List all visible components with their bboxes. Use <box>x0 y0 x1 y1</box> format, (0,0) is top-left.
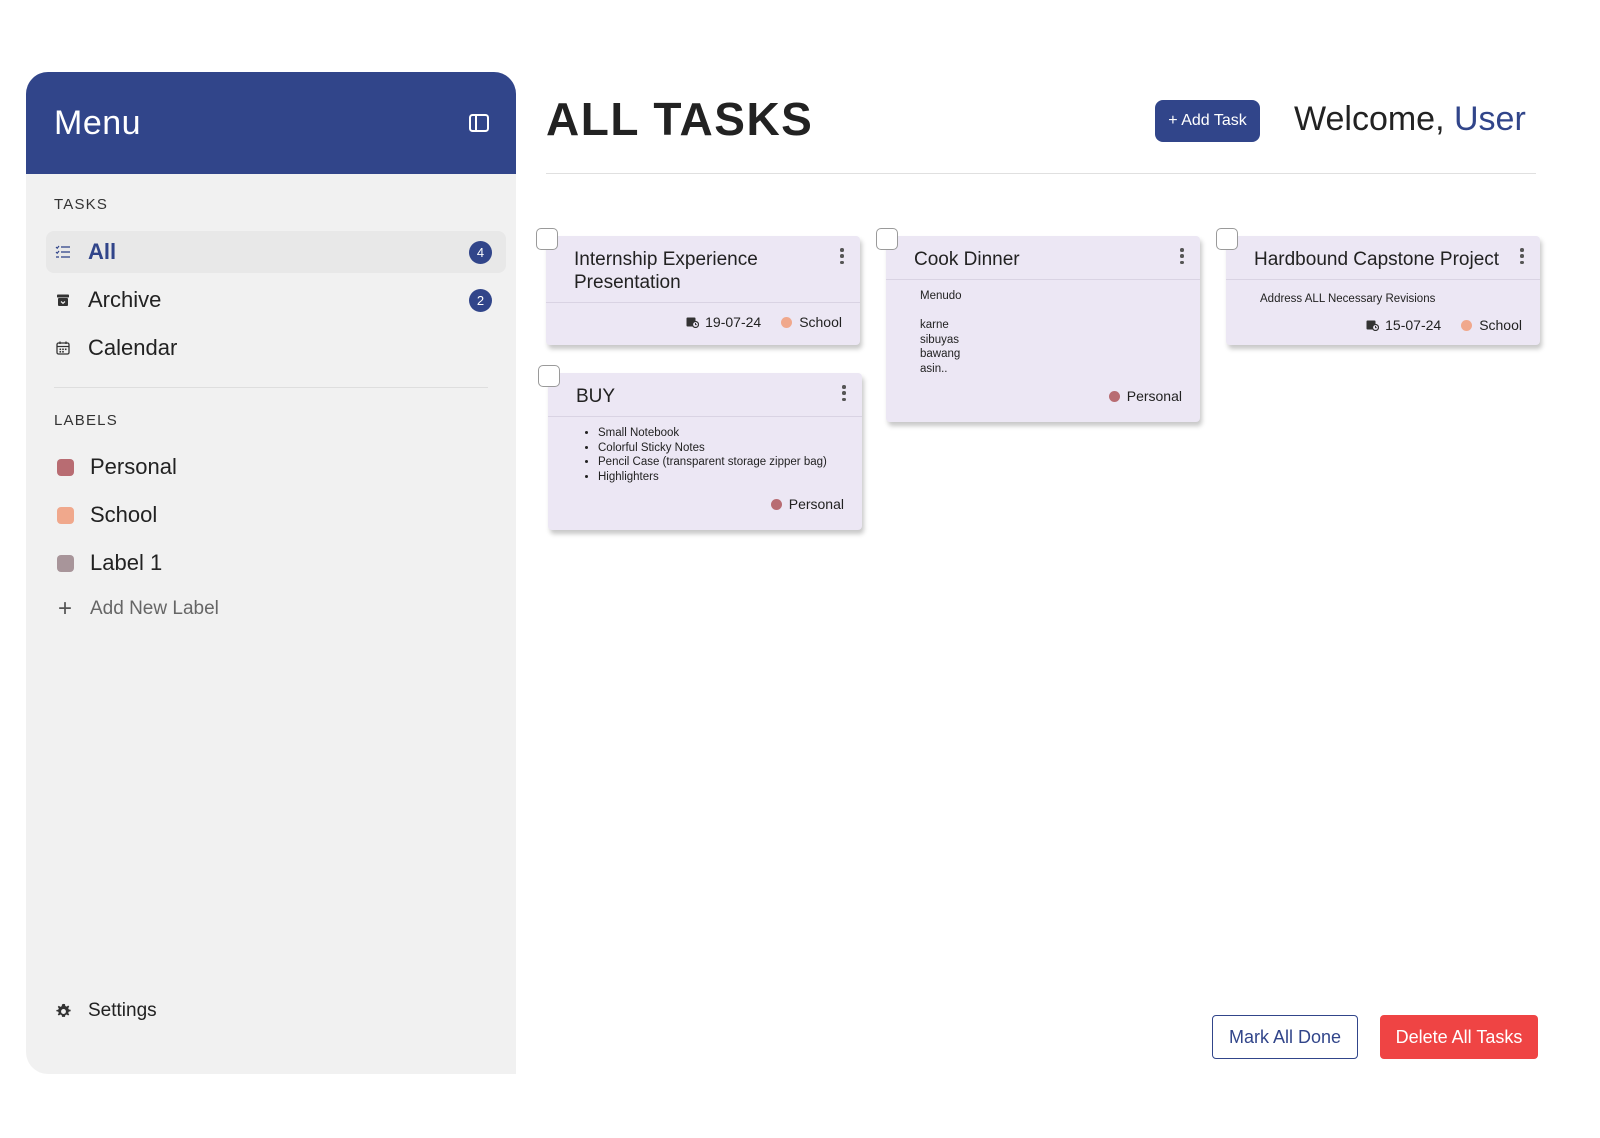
welcome-message: Welcome, User <box>1294 100 1526 139</box>
task-title: BUY <box>576 386 616 407</box>
sidebar-item-calendar[interactable]: Calendar <box>46 327 506 369</box>
list-item: Small Notebook <box>598 426 827 441</box>
page-title: ALL TASKS <box>546 93 814 145</box>
settings-label: Settings <box>88 1000 157 1021</box>
tag-color-dot <box>1108 390 1120 402</box>
plus-icon: + <box>57 595 72 622</box>
tag-color-dot <box>770 498 782 510</box>
task-card[interactable]: Hardbound Capstone Project Address ALL N… <box>1216 228 1540 345</box>
sidebar-item-label: Label 1 <box>90 550 163 575</box>
task-tag: School <box>1479 317 1522 333</box>
task-title: Internship Experience Presentation <box>574 249 758 293</box>
sidebar-item-label: Archive <box>88 287 162 312</box>
task-due-date: 19-07-24 <box>705 314 762 330</box>
label-color-swatch <box>57 506 74 524</box>
add-new-label-text: Add New Label <box>90 598 219 619</box>
sidebar-header: Menu <box>26 72 516 174</box>
mark-all-done-button[interactable]: Mark All Done <box>1212 1015 1358 1059</box>
list-item: Colorful Sticky Notes <box>598 441 827 456</box>
card-divider <box>548 416 862 417</box>
header-divider <box>546 173 1536 174</box>
list-item: Pencil Case (transparent storage zipper … <box>598 455 827 470</box>
task-meta: Personal <box>751 496 844 512</box>
task-title: Cook Dinner <box>914 249 1020 270</box>
sidebar-item-label: Calendar <box>88 335 178 360</box>
delete-all-tasks-button[interactable]: Delete All Tasks <box>1380 1015 1538 1059</box>
task-checkbox[interactable] <box>536 228 558 250</box>
archive-icon <box>54 291 72 309</box>
task-tag: School <box>799 314 842 330</box>
more-options-icon[interactable] <box>1518 246 1526 266</box>
label-color-swatch <box>57 554 74 572</box>
task-due-date: 15-07-24 <box>1385 317 1442 333</box>
sidebar-label-school[interactable]: School <box>46 494 506 536</box>
calendar-icon <box>54 339 72 357</box>
count-badge: 4 <box>469 240 492 264</box>
count-badge: 2 <box>469 288 492 312</box>
card-divider <box>1226 279 1540 280</box>
more-options-icon[interactable] <box>838 246 846 266</box>
sidebar-item-all[interactable]: All 4 <box>46 231 506 273</box>
task-card[interactable]: Cook Dinner Menudo karne sibuyas bawang … <box>876 228 1200 422</box>
add-new-label-button[interactable]: + Add New Label <box>46 588 506 630</box>
task-checklist: Small Notebook Colorful Sticky Notes Pen… <box>586 426 827 484</box>
task-description: Address ALL Necessary Revisions <box>1260 293 1436 305</box>
sidebar-label-personal[interactable]: Personal <box>46 446 506 488</box>
sidebar-item-label: Personal <box>90 454 177 479</box>
add-task-button[interactable]: + Add Task <box>1155 100 1260 142</box>
sidebar-item-label: All <box>88 239 117 264</box>
task-card[interactable]: BUY Small Notebook Colorful Sticky Notes… <box>538 365 862 530</box>
user-name: User <box>1453 100 1526 138</box>
list-item: Highlighters <box>598 470 827 485</box>
more-options-icon[interactable] <box>840 383 848 403</box>
task-tag: Personal <box>1126 388 1182 404</box>
task-checkbox[interactable] <box>1216 228 1238 250</box>
task-checkbox[interactable] <box>538 365 560 387</box>
card-divider <box>546 302 860 303</box>
settings-button[interactable]: Settings <box>46 990 506 1032</box>
menu-title: Menu <box>54 103 142 142</box>
gear-icon <box>54 1002 72 1020</box>
task-checkbox[interactable] <box>876 228 898 250</box>
sidebar: Menu TASKS All 4 Archive 2 Calendar LABE… <box>26 72 516 1074</box>
sidebar-panel-icon[interactable] <box>462 106 496 140</box>
tag-color-dot <box>781 316 793 328</box>
task-title: Hardbound Capstone Project <box>1254 249 1500 270</box>
tasks-heading: TASKS <box>54 196 109 213</box>
label-color-swatch <box>57 458 74 476</box>
task-description: Menudo karne sibuyas bawang asin.. <box>920 290 962 375</box>
more-options-icon[interactable] <box>1178 246 1186 266</box>
task-meta: 15-07-24 School <box>1366 317 1522 333</box>
sidebar-item-archive[interactable]: Archive 2 <box>46 279 506 321</box>
task-tag: Personal <box>788 496 844 512</box>
card-divider <box>886 279 1200 280</box>
list-check-icon <box>54 243 72 261</box>
welcome-text: Welcome, <box>1294 100 1454 138</box>
task-card[interactable]: Internship Experience Presentation 19-07… <box>536 228 860 345</box>
sidebar-divider <box>54 387 488 388</box>
calendar-clock-icon <box>686 316 700 328</box>
sidebar-item-label: School <box>90 502 158 527</box>
tag-color-dot <box>1461 319 1473 331</box>
task-meta: 19-07-24 School <box>686 314 842 330</box>
sidebar-label-label-1[interactable]: Label 1 <box>46 542 506 584</box>
labels-heading: LABELS <box>54 412 118 429</box>
task-meta: Personal <box>1089 388 1182 404</box>
calendar-clock-icon <box>1366 319 1380 331</box>
